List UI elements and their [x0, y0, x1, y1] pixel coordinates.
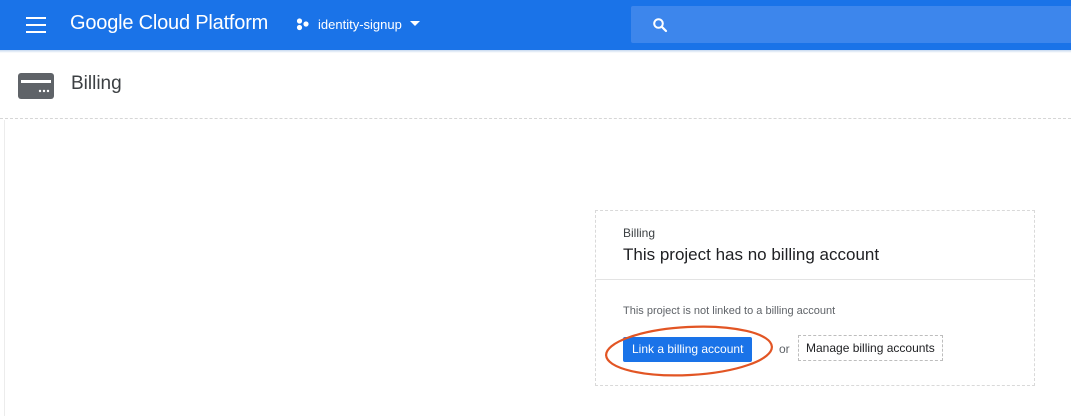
search-input[interactable] — [631, 6, 1071, 43]
top-bar-shadow — [0, 50, 1071, 53]
billing-card: Billing This project has no billing acco… — [595, 210, 1035, 386]
project-dots-icon — [296, 18, 309, 31]
link-billing-account-button[interactable]: Link a billing account — [623, 337, 753, 362]
or-separator: or — [779, 342, 790, 356]
billing-card-header: Billing This project has no billing acco… — [596, 211, 1034, 280]
content-divider — [4, 120, 5, 416]
card-message: This project is not linked to a billing … — [623, 305, 836, 317]
page-header: Billing — [0, 54, 1071, 119]
manage-billing-accounts-button[interactable]: Manage billing accounts — [798, 335, 943, 361]
card-kicker: Billing — [623, 226, 656, 240]
project-name: identity-signup — [318, 16, 402, 32]
search-icon — [653, 18, 668, 33]
hamburger-menu-icon[interactable] — [26, 17, 46, 33]
page-title: Billing — [71, 73, 122, 94]
project-selector[interactable]: identity-signup — [296, 13, 420, 35]
top-app-bar: Google Cloud Platform identity-signup — [0, 0, 1071, 50]
caret-down-icon — [409, 21, 420, 26]
card-title: This project has no billing account — [623, 245, 880, 264]
app-title[interactable]: Google Cloud Platform — [70, 12, 268, 35]
billing-card-icon — [18, 73, 54, 99]
